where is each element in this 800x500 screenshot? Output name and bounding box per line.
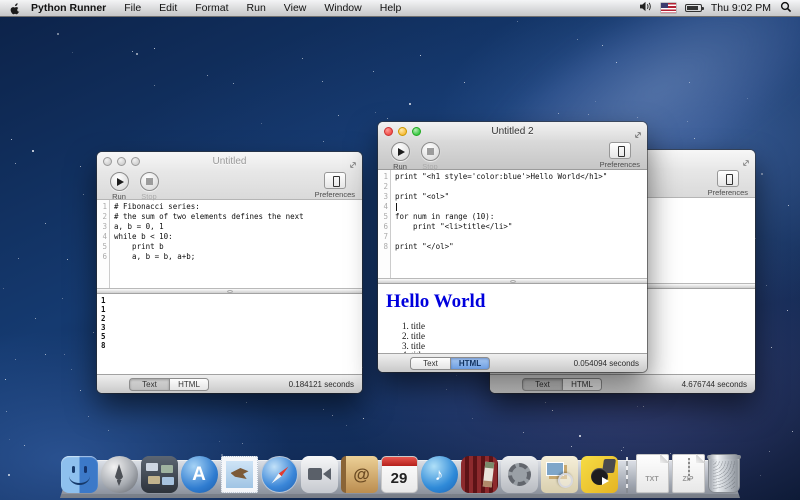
tab-text[interactable]: Text — [410, 357, 450, 370]
menu-view[interactable]: View — [275, 0, 316, 16]
preferences-button[interactable]: Preferences — [600, 142, 640, 169]
zoom-button[interactable] — [412, 127, 421, 136]
titlebar-untitled[interactable]: Untitled — [97, 152, 362, 170]
menu-run[interactable]: Run — [238, 0, 275, 16]
elapsed-time: 0.184121 seconds — [289, 380, 354, 389]
output-mode-segment: Text HTML — [522, 378, 602, 391]
ical-icon[interactable]: 29 — [381, 456, 418, 493]
address-book-at-sign: @ — [346, 456, 378, 493]
code-editor[interactable]: 12 34 56 78 print "<h1 style='color:blue… — [378, 170, 647, 278]
photo-booth-icon[interactable] — [461, 456, 498, 493]
launchpad-icon[interactable] — [101, 456, 138, 493]
zoom-button[interactable] — [131, 157, 140, 166]
address-book-icon[interactable]: @ — [341, 456, 378, 493]
stop-button[interactable]: Stop — [415, 142, 445, 171]
text-cursor — [396, 203, 397, 211]
pane-splitter[interactable] — [378, 278, 647, 284]
txt-label: TXT — [637, 467, 668, 492]
python-runner-icon[interactable] — [581, 456, 618, 493]
preferences-icon — [324, 172, 346, 189]
menu-bar: Python Runner File Edit Format Run View … — [0, 0, 800, 17]
close-button[interactable] — [384, 127, 393, 136]
trash-icon[interactable] — [708, 454, 740, 493]
app-store-icon[interactable]: A — [181, 456, 218, 493]
facetime-icon[interactable] — [301, 456, 338, 493]
titlebar-untitled-2[interactable]: Untitled 2 — [378, 122, 647, 140]
menu-bar-clock[interactable]: Thu 9:02 PM — [711, 2, 771, 14]
code-text: print "<h1 style='color:blue'>Hello Worl… — [391, 170, 647, 278]
elapsed-time: 0.054094 seconds — [574, 359, 639, 368]
preferences-icon — [717, 170, 739, 187]
apple-menu-icon[interactable] — [9, 2, 21, 15]
ical-day-number: 29 — [382, 464, 417, 492]
dock-separator — [626, 457, 628, 493]
zip-archive-icon[interactable]: ZIP — [672, 454, 705, 493]
minimize-button[interactable] — [117, 157, 126, 166]
itunes-note: ♪ — [421, 456, 458, 493]
menu-window[interactable]: Window — [315, 0, 370, 16]
stop-icon — [146, 178, 153, 185]
menu-edit[interactable]: Edit — [150, 0, 186, 16]
output-pane[interactable]: 1 1 2 3 5 8 — [97, 294, 362, 374]
menu-format[interactable]: Format — [186, 0, 237, 16]
preferences-icon — [609, 142, 631, 159]
rendered-ordered-list: title title title title title title — [411, 322, 641, 353]
play-icon — [398, 148, 405, 156]
preferences-button[interactable]: Preferences — [315, 172, 355, 199]
stop-button[interactable]: Stop — [134, 172, 164, 201]
mail-icon[interactable] — [221, 456, 258, 493]
tab-text[interactable]: Text — [129, 378, 169, 391]
line-number-gutter: 12 34 56 78 — [378, 170, 391, 278]
finder-icon[interactable] — [61, 456, 98, 493]
zip-label: ZIP — [673, 467, 704, 492]
bottom-bar: Text HTML 0.054094 seconds — [378, 353, 647, 372]
mission-control-icon[interactable] — [141, 456, 178, 493]
output-mode-segment: Text HTML — [129, 378, 209, 391]
bottom-bar: Text HTML 4.676744 seconds — [490, 374, 755, 393]
rendered-heading: Hello World — [386, 291, 641, 313]
itunes-icon[interactable]: ♪ — [421, 456, 458, 493]
output-pane-html[interactable]: Hello World title title title title titl… — [378, 284, 647, 353]
app-menu[interactable]: Python Runner — [31, 0, 115, 16]
safari-icon[interactable] — [261, 456, 298, 493]
stop-icon — [427, 148, 434, 155]
txt-document-icon[interactable]: TXT — [636, 454, 669, 493]
battery-icon[interactable] — [685, 4, 702, 12]
code-text: # Fibonacci series: # the sum of two ele… — [110, 200, 362, 288]
input-language-flag-icon[interactable] — [661, 3, 676, 13]
play-icon — [117, 178, 124, 186]
bottom-bar: Text HTML 0.184121 seconds — [97, 374, 362, 393]
preview-icon[interactable] — [541, 456, 578, 493]
pane-splitter[interactable] — [97, 288, 362, 294]
preferences-button[interactable]: Preferences — [708, 170, 748, 197]
minimize-button[interactable] — [398, 127, 407, 136]
run-button[interactable]: Run — [104, 172, 134, 201]
app-store-letter: A — [181, 456, 218, 493]
dock: A @ 29 ♪ TXT ZIP — [60, 446, 740, 498]
elapsed-time: 4.676744 seconds — [682, 380, 747, 389]
close-button[interactable] — [103, 157, 112, 166]
menu-file[interactable]: File — [115, 0, 150, 16]
splitter-dimple-icon — [227, 290, 233, 293]
spotlight-icon[interactable] — [780, 1, 792, 16]
output-mode-segment: Text HTML — [410, 357, 490, 370]
splitter-dimple-icon — [510, 280, 516, 283]
menu-help[interactable]: Help — [371, 0, 411, 16]
toolbar: Run Stop Preferences — [97, 170, 362, 200]
toolbar: Run Stop Preferences — [378, 140, 647, 170]
run-button[interactable]: Run — [385, 142, 415, 171]
tab-html[interactable]: HTML — [562, 378, 602, 391]
window-untitled-2: Untitled 2 Run Stop Preferences 12 34 56… — [378, 122, 647, 372]
system-preferences-icon[interactable] — [501, 456, 538, 493]
line-number-gutter: 12 34 56 — [97, 200, 110, 288]
tab-html[interactable]: HTML — [169, 378, 209, 391]
window-untitled: Untitled Run Stop Preferences 12 34 56 — [97, 152, 362, 393]
volume-icon[interactable] — [639, 1, 652, 15]
code-editor[interactable]: 12 34 56 # Fibonacci series: # the sum o… — [97, 200, 362, 288]
tab-text[interactable]: Text — [522, 378, 562, 391]
tab-html[interactable]: HTML — [450, 357, 490, 370]
